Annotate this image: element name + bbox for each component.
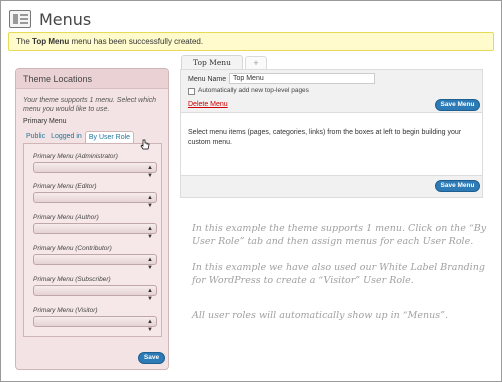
updown-arrows-icon: ▲ ▼ <box>147 165 153 179</box>
annotation-line-1: In this example the theme supports 1 men… <box>192 223 487 247</box>
role-label-subscriber: Primary Menu (Subscriber) <box>33 276 111 283</box>
notice-menu-name: Top Menu <box>32 37 70 46</box>
role-select-subscriber[interactable]: ▲ ▼ <box>33 285 157 302</box>
notice-prefix: The <box>16 37 30 46</box>
updown-arrows-icon: ▲ ▼ <box>147 319 153 333</box>
primary-menu-label: Primary Menu <box>23 118 67 125</box>
page-header: Menus <box>9 8 91 30</box>
auto-add-label: Automatically add new top-level pages <box>198 87 309 94</box>
role-label-contributor: Primary Menu (Contributor) <box>33 245 112 252</box>
updown-arrows-icon: ▲ ▼ <box>147 226 153 240</box>
annotation-line-3: All user roles will automatically show u… <box>192 310 448 321</box>
delete-menu-link[interactable]: Delete Menu <box>188 101 228 108</box>
updown-arrows-icon: ▲ ▼ <box>147 257 153 271</box>
menu-name-label: Menu Name <box>188 76 227 83</box>
theme-locations-description: Your theme supports 1 menu. Select which… <box>23 97 157 113</box>
auto-add-checkbox[interactable] <box>188 88 195 95</box>
menu-footer-bar: Save Menu <box>181 175 482 197</box>
tab-top-menu[interactable]: Top Menu <box>181 55 243 69</box>
theme-locations-title: Theme Locations <box>16 69 168 89</box>
visibility-tabs: Public Logged in By User Role <box>23 131 135 143</box>
menu-header-bar: Menu Name Top Menu Automatically add new… <box>181 70 482 113</box>
updown-arrows-icon: ▲ ▼ <box>147 195 153 209</box>
updown-arrows-icon: ▲ ▼ <box>147 288 153 302</box>
tab-logged-in[interactable]: Logged in <box>48 131 85 143</box>
user-role-menus: Primary Menu (Administrator) ▲ ▼ Primary … <box>23 143 162 337</box>
role-select-administrator[interactable]: ▲ ▼ <box>33 162 157 179</box>
hand-cursor-icon <box>140 139 150 150</box>
annotation-line-2: In this example we have also used our Wh… <box>192 262 485 286</box>
theme-locations-panel: Theme Locations Your theme supports 1 me… <box>15 68 169 370</box>
role-label-author: Primary Menu (Author) <box>33 214 99 221</box>
add-menu-tab[interactable]: + <box>245 56 267 69</box>
menu-edit-panel: Menu Name Top Menu Automatically add new… <box>180 69 483 198</box>
menu-instructions: Select menu items (pages, categories, li… <box>188 129 462 146</box>
role-select-visitor[interactable]: ▲ ▼ <box>33 316 157 333</box>
success-notice: The Top Menu menu has been successfully … <box>8 32 494 51</box>
save-menu-button-top[interactable]: Save Menu <box>435 99 480 111</box>
save-menu-button-bottom[interactable]: Save Menu <box>435 180 480 192</box>
save-locations-button[interactable]: Save <box>138 352 165 364</box>
tab-by-user-role[interactable]: By User Role <box>84 131 135 143</box>
role-select-editor[interactable]: ▲ ▼ <box>33 192 157 209</box>
role-label-visitor: Primary Menu (Visitor) <box>33 307 98 314</box>
page-title: Menus <box>39 9 92 29</box>
menus-icon <box>9 10 31 28</box>
role-label-editor: Primary Menu (Editor) <box>33 183 97 190</box>
role-select-contributor[interactable]: ▲ ▼ <box>33 254 157 271</box>
notice-suffix: menu has been successfully created. <box>71 37 204 46</box>
role-select-author[interactable]: ▲ ▼ <box>33 223 157 240</box>
menu-name-input[interactable]: Top Menu <box>229 73 375 84</box>
tab-public[interactable]: Public <box>23 131 48 143</box>
role-label-administrator: Primary Menu (Administrator) <box>33 153 118 160</box>
